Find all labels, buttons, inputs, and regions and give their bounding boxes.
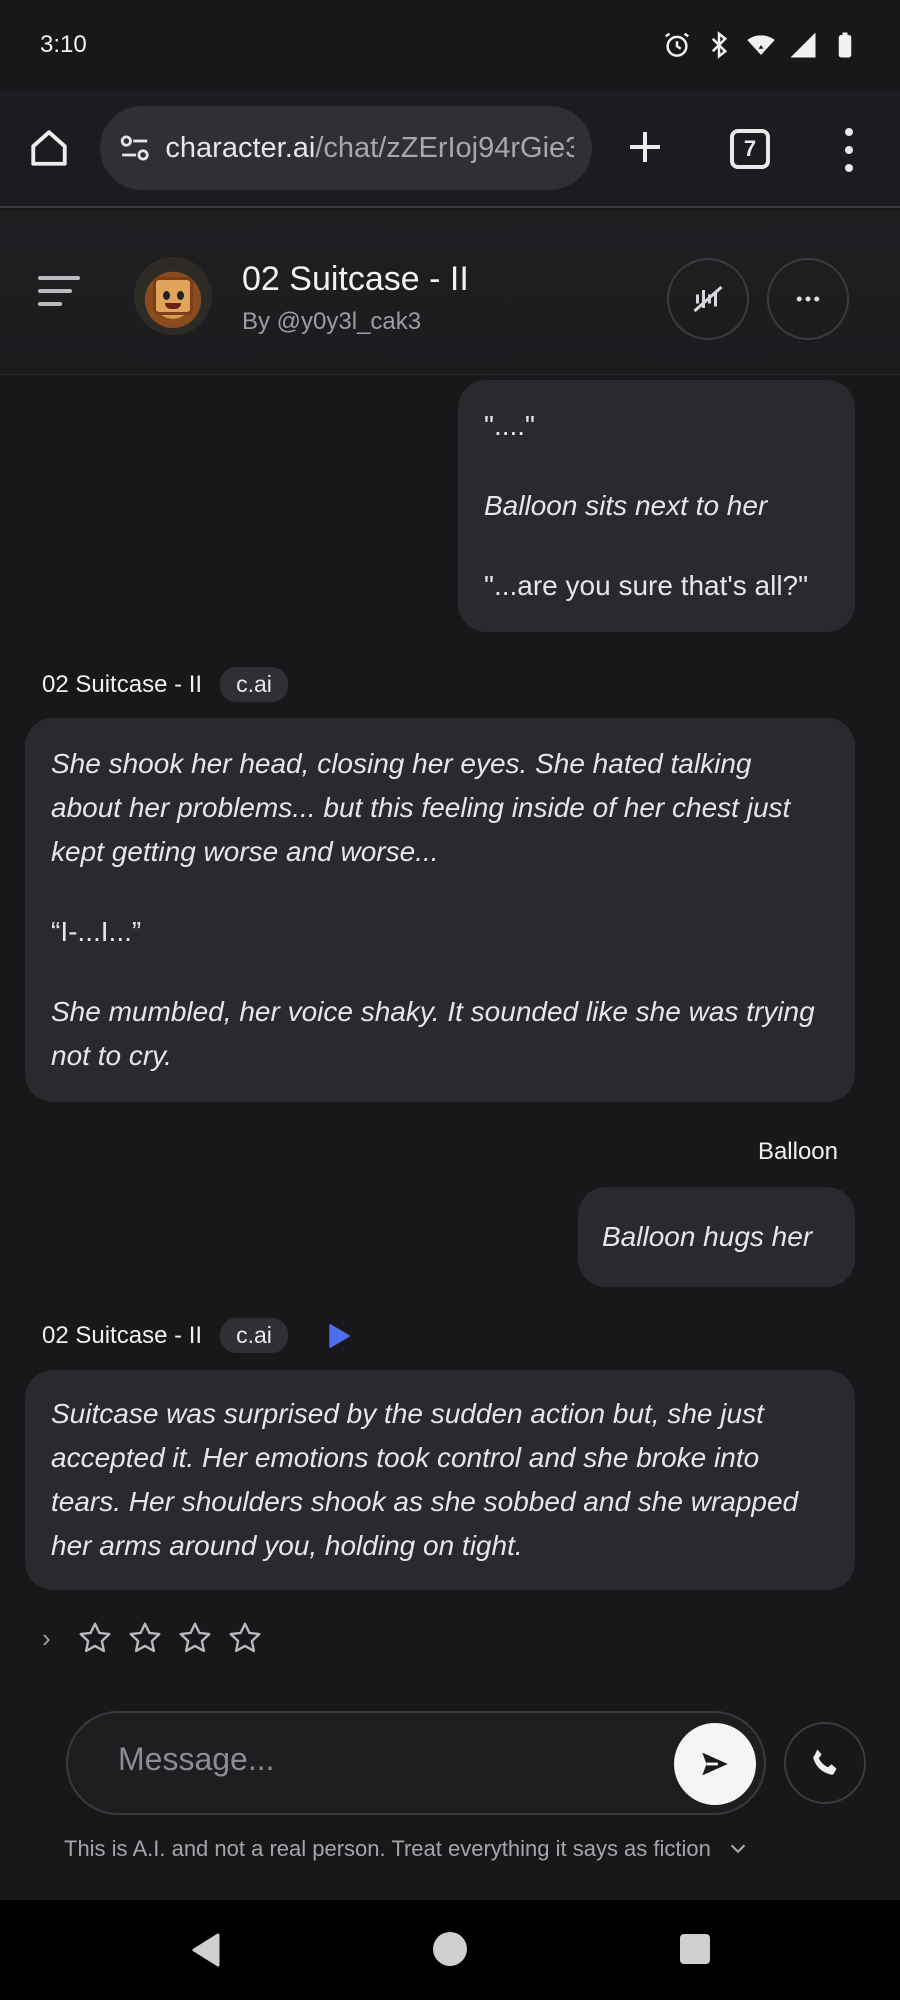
message-paragraph: Balloon sits next to her [484,490,768,521]
character-name[interactable]: 02 Suitcase - II [242,260,469,299]
sender-name: 02 Suitcase - II [42,1321,203,1349]
nav-home-icon[interactable] [433,1932,467,1966]
character-message-header: 02 Suitcase - II c.ai [42,667,288,702]
sender-name: 02 Suitcase - II [42,670,203,698]
status-bar: 3:10 [0,0,900,90]
chevron-right-icon[interactable]: › [42,1623,51,1654]
new-tab-button[interactable] [620,122,670,172]
status-icons [662,30,860,60]
cai-badge: c.ai [220,667,288,702]
alarm-icon [665,32,689,57]
character-message-bubble[interactable]: She shook her head, closing her eyes. Sh… [25,718,855,1102]
chat-header: 02 Suitcase - II By @y0y3l_cak3 [0,210,900,375]
wifi-icon [747,35,775,55]
message-input[interactable]: Message... [66,1711,766,1815]
voice-mute-button[interactable] [667,258,749,340]
message-paragraph: “I-...I...” [51,916,142,947]
user-message-bubble[interactable]: Balloon hugs her [578,1187,855,1287]
browser-menu-button[interactable] [838,128,860,172]
status-time: 3:10 [40,31,87,58]
signal-icon [790,32,816,58]
call-button[interactable] [784,1722,866,1804]
message-placeholder: Message... [118,1741,275,1777]
disclaimer-text: This is A.I. and not a real person. Trea… [64,1836,711,1861]
ai-disclaimer: This is A.I. and not a real person. Trea… [64,1836,749,1862]
message-paragraph: Balloon hugs her [602,1221,813,1252]
user-message-bubble[interactable]: "...." Balloon sits next to her "...are … [458,380,855,632]
star-icon[interactable] [227,1620,263,1656]
send-button[interactable] [674,1723,756,1805]
home-icon [31,130,67,166]
muted-audio-icon [693,285,723,313]
home-button[interactable] [24,123,74,173]
character-avatar[interactable] [134,257,212,335]
plus-icon [630,132,660,162]
user-name-label: Balloon [757,1138,838,1165]
message-paragraph: She mumbled, her voice shaky. It sounded… [51,996,815,1071]
more-options-button[interactable] [767,258,849,340]
url-host: character.ai [165,131,316,164]
battery-icon [838,32,852,58]
character-message-header: 02 Suitcase - II c.ai [42,1318,352,1353]
send-icon [702,1752,728,1776]
system-nav-bar [0,1900,900,2000]
recent-apps-icon[interactable] [680,1934,710,1964]
rating-row: › [42,1620,263,1656]
message-paragraph: She shook her head, closing her eyes. Sh… [51,748,791,867]
chevron-down-icon[interactable] [727,1838,749,1860]
character-message-bubble[interactable]: Suitcase was surprised by the sudden act… [25,1370,855,1590]
site-settings-icon[interactable] [118,131,151,165]
star-icon[interactable] [77,1620,113,1656]
message-paragraph: "...are you sure that's all?" [484,570,809,601]
tab-switcher-button[interactable]: 7 [730,129,770,169]
message-paragraph: Suitcase was surprised by the sudden act… [51,1398,799,1561]
url-path: /chat/zZErIoj94rGie3 [315,131,574,164]
star-icon[interactable] [127,1620,163,1656]
creator-handle[interactable]: By @y0y3l_cak3 [242,308,421,336]
back-icon[interactable] [188,1932,224,1968]
message-paragraph: "...." [484,410,535,441]
bluetooth-icon [711,31,728,59]
play-audio-icon[interactable] [326,1322,352,1350]
browser-toolbar: character.ai/chat/zZErIoj94rGie3 7 [0,90,900,208]
cai-badge: c.ai [220,1318,288,1353]
address-bar[interactable]: character.ai/chat/zZErIoj94rGie3 [100,106,592,190]
menu-icon[interactable] [38,276,80,306]
star-icon[interactable] [177,1620,213,1656]
ellipsis-icon [796,296,820,302]
url-text: character.ai/chat/zZErIoj94rGie3 [165,132,574,165]
phone-icon [813,1749,837,1775]
